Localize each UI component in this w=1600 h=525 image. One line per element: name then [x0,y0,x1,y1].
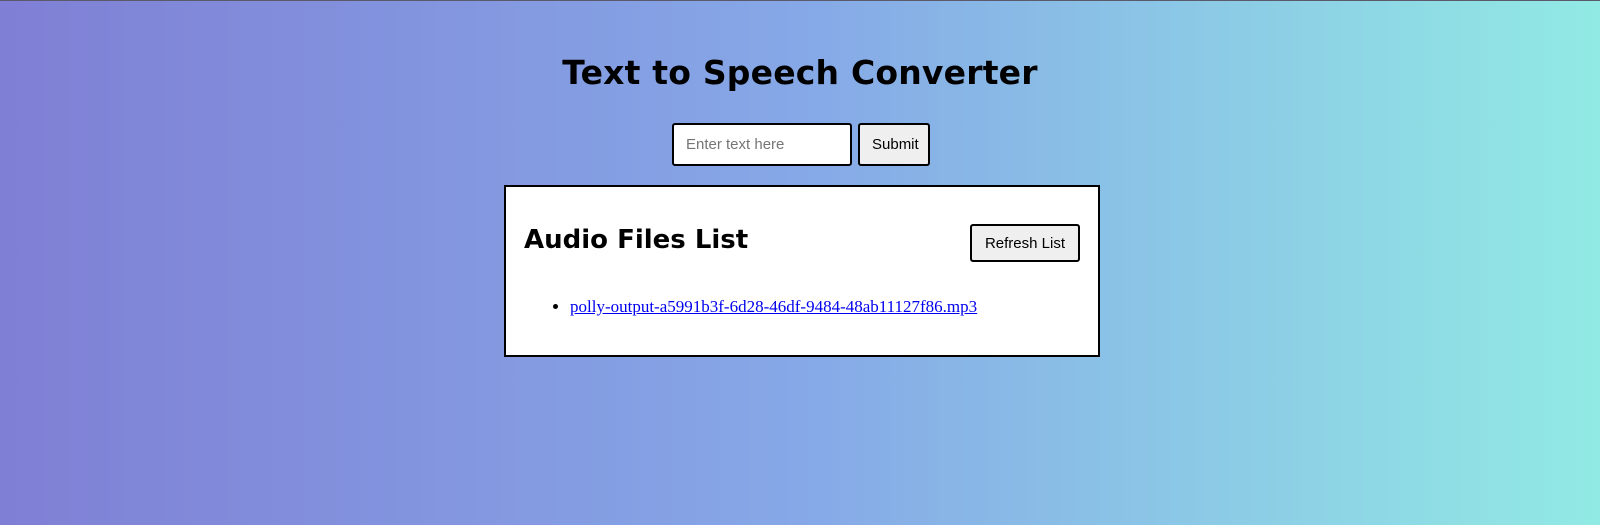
page-title: Text to Speech Converter [562,53,1038,92]
audio-files-title: Audio Files List [524,225,749,255]
audio-file-list: polly-output-a5991b3f-6d28-46df-9484-48a… [550,297,977,317]
audio-file-link[interactable]: polly-output-a5991b3f-6d28-46df-9484-48a… [570,297,977,316]
refresh-list-button[interactable]: Refresh List [970,224,1080,262]
tts-form: Submit [672,123,930,166]
text-input[interactable] [672,123,852,166]
submit-button[interactable]: Submit [858,123,930,166]
audio-files-panel: Audio Files List Refresh List polly-outp… [504,185,1100,357]
list-item: polly-output-a5991b3f-6d28-46df-9484-48a… [570,297,977,317]
